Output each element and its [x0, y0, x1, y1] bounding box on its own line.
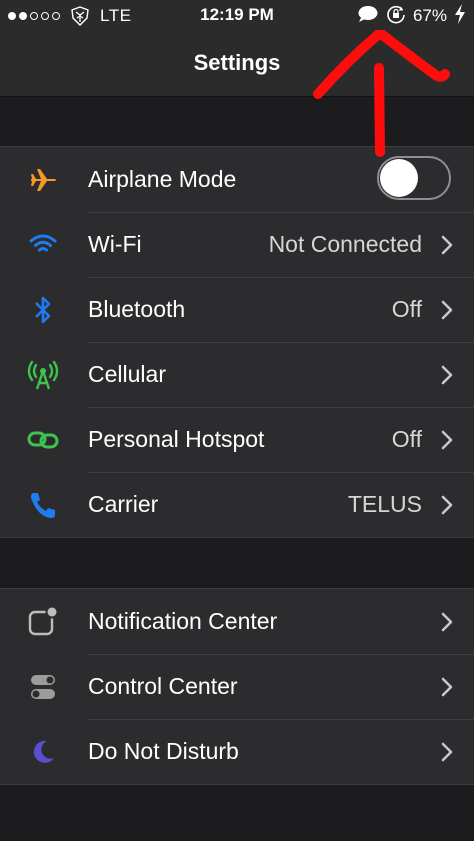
cellular-icon [26, 358, 60, 392]
chevron-right-icon [441, 612, 453, 632]
row-label: Carrier [88, 491, 159, 517]
row-label: Airplane Mode [88, 166, 237, 192]
moon-icon [26, 735, 60, 769]
charging-bolt-icon [454, 3, 466, 29]
chevron-right-icon [441, 365, 453, 385]
settings-row-do-not-disturb[interactable]: Do Not Disturb [0, 719, 474, 784]
chevron-right-icon [441, 742, 453, 762]
phone-icon [26, 488, 60, 522]
settings-row-personal-hotspot[interactable]: Personal Hotspot Off [0, 407, 474, 472]
rotation-lock-icon [386, 4, 406, 29]
toggle-knob [380, 159, 418, 197]
row-value: Off [391, 296, 422, 322]
message-bubble-icon [357, 5, 379, 28]
settings-group-system: Notification Center Control Center Do No… [0, 588, 474, 785]
chevron-right-icon [441, 677, 453, 697]
row-label: Bluetooth [88, 296, 186, 322]
airplane-mode-toggle[interactable] [377, 156, 451, 200]
settings-row-notification-center[interactable]: Notification Center [0, 589, 474, 654]
settings-group-connectivity: Airplane Mode Wi-Fi Not Connected Blueto… [0, 146, 474, 538]
row-value: Off [391, 426, 422, 452]
row-label: Do Not Disturb [88, 738, 239, 764]
control-center-icon [26, 670, 60, 704]
notification-center-icon [26, 605, 60, 639]
row-value: TELUS [347, 491, 422, 517]
settings-row-wifi[interactable]: Wi-Fi Not Connected [0, 212, 474, 277]
settings-row-carrier[interactable]: Carrier TELUS [0, 472, 474, 537]
page-title: Settings [193, 50, 281, 75]
settings-row-cellular[interactable]: Cellular [0, 342, 474, 407]
settings-row-bluetooth[interactable]: Bluetooth Off [0, 277, 474, 342]
status-bar: LTE 12:19 PM 67% [0, 0, 474, 32]
chevron-right-icon [441, 235, 453, 255]
settings-row-control-center[interactable]: Control Center [0, 654, 474, 719]
row-label: Wi-Fi [88, 231, 142, 257]
bluetooth-icon [26, 293, 60, 327]
settings-row-airplane-mode[interactable]: Airplane Mode [0, 147, 474, 212]
row-label: Personal Hotspot [88, 426, 265, 452]
chevron-right-icon [441, 300, 453, 320]
navigation-bar: Settings [0, 32, 474, 97]
battery-percent: 67% [412, 6, 447, 25]
status-right: 67% [357, 3, 466, 29]
chevron-right-icon [441, 495, 453, 515]
hotspot-icon [26, 423, 60, 457]
row-label: Control Center [88, 673, 238, 699]
wifi-icon [26, 228, 60, 262]
airplane-icon [26, 163, 60, 197]
chevron-right-icon [441, 430, 453, 450]
row-label: Cellular [88, 361, 166, 387]
row-value: Not Connected [268, 231, 422, 257]
row-label: Notification Center [88, 608, 278, 634]
